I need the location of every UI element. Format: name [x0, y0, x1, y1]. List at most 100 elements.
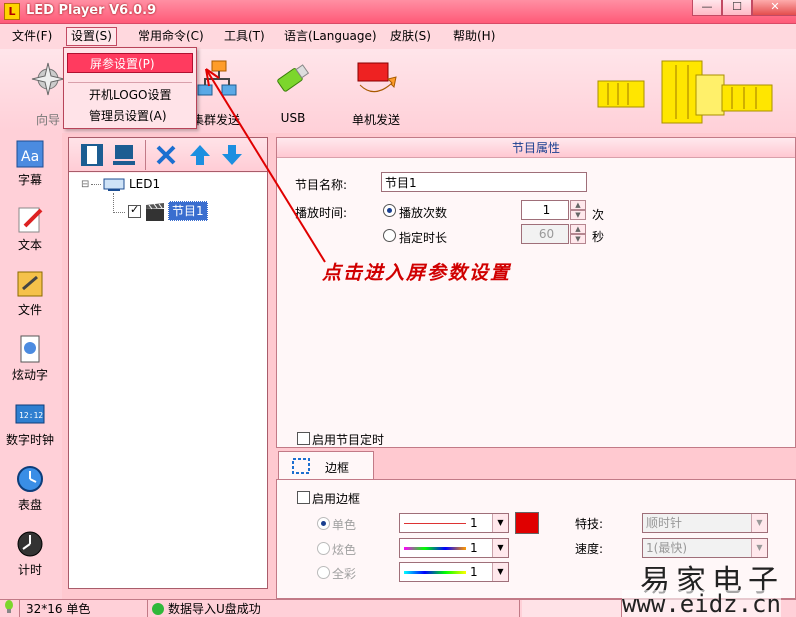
usb-button[interactable]: USB: [253, 55, 333, 131]
status-screen-size: 32*16 单色: [20, 600, 148, 617]
collapse-icon[interactable]: ⊟: [81, 179, 89, 190]
dazzle-radio[interactable]: [317, 542, 330, 555]
sidebar-item-digital-clock[interactable]: 12:12 数字时钟: [2, 393, 58, 455]
program-timer-checkbox[interactable]: [297, 432, 310, 445]
chevron-down-icon[interactable]: ▼: [492, 539, 508, 557]
single-line-value: 1: [470, 516, 478, 530]
tree-node-led1[interactable]: LED1: [129, 177, 160, 191]
panel-title: 节目属性: [277, 138, 795, 158]
spin-down-icon[interactable]: ▼: [570, 234, 586, 244]
program-properties-panel: 节目属性 节目名称: 播放时间: 播放次数 ▲▼ 次 指定时长 ▲▼ 秒 启用节…: [276, 137, 796, 448]
admin-settings-item[interactable]: 管理员设置(A): [67, 106, 193, 126]
sidebar-item-text[interactable]: 文本: [2, 198, 58, 260]
duration-input[interactable]: [521, 224, 569, 244]
dazzle-label: 炫色: [332, 543, 357, 557]
menu-settings[interactable]: 设置(S): [66, 27, 117, 46]
spin-up-icon[interactable]: ▲: [570, 200, 586, 210]
spin-down-icon[interactable]: ▼: [570, 210, 586, 220]
play-time-label: 播放时间:: [295, 206, 348, 220]
sidebar: Aa 字幕 文本 文件 炫动字 12:12 数字时钟 表盘 计时: [0, 133, 62, 599]
monitor-icon: [103, 178, 125, 191]
sidebar-label: 数字时钟: [5, 433, 54, 447]
menu-commands[interactable]: 常用命令(C): [134, 27, 208, 46]
menu-skin[interactable]: 皮肤(S): [386, 27, 435, 46]
sidebar-item-timer[interactable]: 计时: [2, 523, 58, 585]
single-line-select[interactable]: 1 ▼: [399, 513, 509, 533]
play-count-label: 播放次数: [399, 206, 448, 220]
full-color-line-value: 1: [470, 565, 478, 579]
tree-connector: [91, 184, 101, 185]
usb-label: USB: [280, 111, 306, 125]
app-window: L LED Player V6.0.9 — ☐ ✕ 文件(F) 设置(S) 常用…: [0, 0, 796, 617]
maximize-button[interactable]: ☐: [722, 0, 752, 16]
spin-up-icon[interactable]: ▲: [570, 224, 586, 234]
timer-icon: [17, 531, 43, 557]
dazzle-line-select[interactable]: 1 ▼: [399, 538, 509, 558]
sidebar-label: 表盘: [17, 498, 42, 512]
full-color-line-select[interactable]: 1 ▼: [399, 562, 509, 582]
line-style-preview: [404, 547, 466, 550]
add-screen-icon[interactable]: [111, 142, 137, 168]
app-logo-icon: L: [4, 3, 20, 20]
play-count-radio[interactable]: [383, 204, 396, 217]
usb-drive-icon: [277, 64, 310, 92]
chevron-down-icon[interactable]: ▼: [751, 514, 767, 532]
move-up-icon[interactable]: [187, 142, 213, 168]
program-checkbox[interactable]: [128, 203, 141, 218]
line-style-preview: [404, 523, 466, 524]
sidebar-item-animated-text[interactable]: 炫动字: [2, 328, 58, 390]
line-style-preview: [404, 571, 466, 574]
chevron-down-icon[interactable]: ▼: [492, 514, 508, 532]
dazzle-line-value: 1: [470, 541, 478, 555]
play-count-input[interactable]: [521, 200, 569, 220]
toolbar-divider: [145, 140, 146, 170]
send-icon: [357, 62, 397, 93]
menu-tools[interactable]: 工具(T): [220, 27, 269, 46]
speed-select[interactable]: 1(最快) ▼: [642, 538, 768, 558]
color-swatch[interactable]: [515, 512, 539, 534]
menu-language[interactable]: 语言(Language): [280, 27, 381, 46]
tab-border[interactable]: 边框: [278, 451, 374, 480]
tree-connector: [113, 193, 114, 213]
effect-select[interactable]: 顺时针 ▼: [642, 513, 768, 533]
enable-border-checkbox[interactable]: [297, 491, 310, 504]
status-message: 数据导入U盘成功: [168, 602, 261, 616]
chevron-down-icon[interactable]: ▼: [751, 539, 767, 557]
brand-logo-image: [597, 60, 773, 124]
annotation-text: 点击进入屏参数设置: [322, 262, 512, 284]
move-down-icon[interactable]: [219, 142, 245, 168]
play-count-spinner[interactable]: ▲ ▼: [570, 200, 586, 220]
file-icon: [17, 271, 43, 297]
effect-value: 顺时针: [646, 516, 683, 530]
full-color-radio[interactable]: [317, 566, 330, 579]
close-button[interactable]: ✕: [752, 0, 796, 16]
single-color-radio[interactable]: [317, 517, 330, 530]
add-program-icon[interactable]: [79, 142, 105, 168]
duration-spinner[interactable]: ▲ ▼: [570, 224, 586, 244]
screen-params-item[interactable]: 屏参设置(P): [67, 53, 193, 73]
menu-file[interactable]: 文件(F): [8, 27, 56, 46]
menu-help[interactable]: 帮助(H): [449, 27, 499, 46]
single-send-button[interactable]: 单机发送: [336, 55, 416, 131]
sidebar-item-dial[interactable]: 表盘: [2, 458, 58, 520]
title-bar: L LED Player V6.0.9 — ☐ ✕: [0, 0, 796, 24]
tree-node-program1[interactable]: 节目1: [168, 201, 208, 221]
minimize-button[interactable]: —: [692, 0, 722, 16]
network-icon: [197, 60, 237, 96]
program-tree-panel: ⊟ LED1 节目1: [68, 137, 268, 589]
duration-radio[interactable]: [383, 229, 396, 242]
chevron-down-icon[interactable]: ▼: [492, 563, 508, 581]
digital-clock-icon: 12:12: [15, 404, 45, 424]
success-dot-icon: [152, 603, 164, 615]
tree-connector: [113, 212, 125, 213]
play-count-unit: 次: [592, 208, 605, 222]
speed-value: 1(最快): [646, 541, 687, 555]
sidebar-item-subtitle[interactable]: Aa 字幕: [2, 133, 58, 195]
boot-logo-item[interactable]: 开机LOGO设置: [67, 85, 193, 105]
program-timer-label: 启用节目定时: [312, 433, 385, 447]
window-title: LED Player V6.0.9: [26, 3, 157, 18]
program-name-input[interactable]: [381, 172, 587, 192]
sidebar-item-file[interactable]: 文件: [2, 263, 58, 325]
delete-icon[interactable]: [153, 142, 179, 168]
border-tab-label: 边框: [325, 461, 350, 475]
